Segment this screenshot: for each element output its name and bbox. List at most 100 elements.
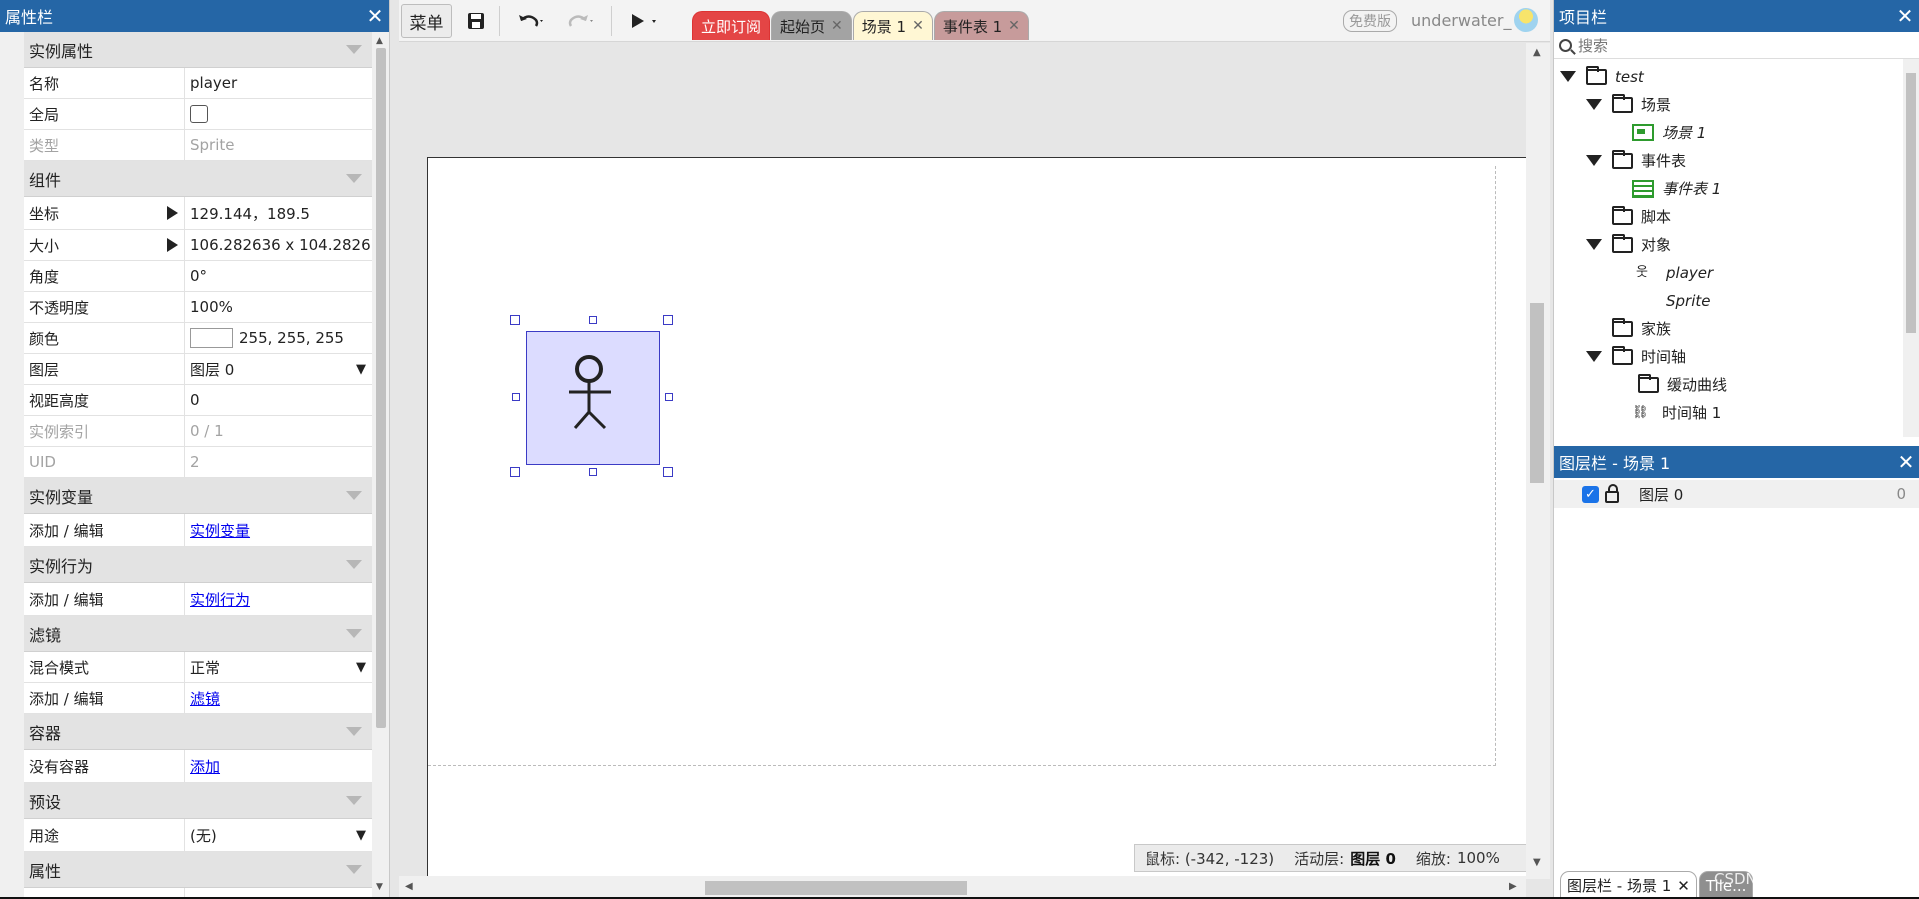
resize-handle[interactable]	[512, 393, 520, 401]
expand-icon[interactable]	[1560, 71, 1576, 82]
tree-item-scripts[interactable]: 脚本	[1612, 205, 1671, 228]
section-instance[interactable]: 实例属性	[24, 32, 372, 68]
prop-row-size[interactable]: 大小 106.282636 x 104.2826	[24, 230, 372, 261]
avatar[interactable]	[1514, 8, 1538, 32]
tree-item-easing[interactable]: 缓动曲线	[1638, 373, 1727, 396]
close-icon[interactable]: ✕	[361, 4, 389, 28]
tab-subscribe[interactable]: 立即订阅	[692, 11, 771, 40]
username[interactable]: underwater_	[1411, 11, 1511, 30]
section-behaviors[interactable]: 实例行为	[24, 547, 372, 583]
angle-field[interactable]: 0°	[185, 261, 372, 291]
expand-icon[interactable]	[1586, 351, 1602, 362]
close-icon[interactable]: ✕	[1891, 4, 1919, 28]
canvas-vertical-scrollbar[interactable]: ▲ ▼	[1526, 43, 1550, 879]
tree-item-timelines[interactable]: 时间轴	[1586, 345, 1686, 368]
prop-row-opacity[interactable]: 不透明度 100%	[24, 292, 372, 323]
tree-item-scenes[interactable]: 场景	[1586, 93, 1671, 116]
resize-handle[interactable]	[663, 467, 673, 477]
tree-item-root[interactable]: test	[1560, 65, 1644, 88]
canvas-horizontal-scrollbar[interactable]: ◀ ▶	[399, 876, 1526, 899]
prop-row-layer[interactable]: 图层 图层 0 ▼	[24, 354, 372, 385]
tree-item-player[interactable]: 웃 player	[1636, 261, 1713, 284]
prop-row-name[interactable]: 名称 player	[24, 68, 372, 99]
tree-scrollbar[interactable]	[1903, 59, 1919, 437]
resize-handle[interactable]	[665, 393, 673, 401]
size-field[interactable]: 106.282636 x 104.2826	[185, 230, 372, 260]
section-instance-vars[interactable]: 实例变量	[24, 478, 372, 514]
tab-event-sheet-1[interactable]: 事件表 1 ✕	[933, 11, 1029, 40]
opacity-field[interactable]: 100%	[185, 292, 372, 322]
prop-row-angle[interactable]: 角度 0°	[24, 261, 372, 292]
scroll-up-icon[interactable]: ▲	[1533, 47, 1541, 58]
prop-row-position[interactable]: 坐标 129.144，189.5	[24, 197, 372, 230]
resize-handle[interactable]	[589, 468, 597, 476]
close-icon[interactable]: ✕	[1677, 877, 1690, 895]
color-swatch[interactable]	[190, 328, 233, 348]
layer-select[interactable]: 图层 0 ▼	[185, 354, 372, 384]
z-elevation-field[interactable]: 0	[185, 385, 372, 415]
section-container[interactable]: 容器	[24, 714, 372, 750]
name-field[interactable]: player	[185, 68, 372, 98]
undo-icon[interactable]	[511, 4, 551, 38]
expand-icon[interactable]	[1586, 99, 1602, 110]
edition-badge[interactable]: 免费版	[1343, 10, 1397, 32]
prop-row-usage[interactable]: 用途 (无) ▼	[24, 819, 372, 852]
scroll-up-icon[interactable]: ▲	[376, 36, 383, 46]
resize-handle[interactable]	[663, 315, 673, 325]
scroll-left-icon[interactable]: ◀	[405, 881, 413, 892]
tab-start-page[interactable]: 起始页 ✕	[771, 11, 852, 40]
scrollbar-thumb[interactable]	[1906, 73, 1916, 333]
scrollbar-thumb[interactable]	[705, 881, 967, 895]
section-components[interactable]: 组件	[24, 161, 372, 197]
tree-item-objects[interactable]: 对象	[1586, 233, 1671, 256]
layout-area[interactable]	[427, 157, 1526, 879]
play-icon[interactable]	[621, 4, 667, 38]
prop-row-color[interactable]: 颜色 255, 255, 255	[24, 323, 372, 354]
scrollbar-thumb[interactable]	[376, 48, 386, 728]
layer-row[interactable]: ✓ 图层 0 0	[1554, 480, 1919, 508]
blend-mode-select[interactable]: 正常 ▼	[185, 652, 372, 682]
prop-row-blend[interactable]: 混合模式 正常 ▼	[24, 652, 372, 683]
menu-button[interactable]: 菜单	[401, 4, 452, 38]
expand-arrow-icon[interactable]	[167, 206, 178, 220]
prop-row-zelev[interactable]: 视距高度 0	[24, 385, 372, 416]
section-filters[interactable]: 滤镜	[24, 616, 372, 652]
tab-scene-1[interactable]: 场景 1 ✕	[852, 11, 933, 40]
close-icon[interactable]: ✕	[1892, 450, 1919, 474]
behaviors-link[interactable]: 实例行为	[190, 589, 250, 610]
instance-vars-link[interactable]: 实例变量	[190, 520, 250, 541]
close-icon[interactable]: ✕	[1008, 18, 1020, 34]
tab-layers-panel[interactable]: 图层栏 - 场景 1 ✕	[1560, 871, 1697, 899]
tree-item-sprite[interactable]: Sprite	[1666, 289, 1711, 312]
resize-handle[interactable]	[589, 316, 597, 324]
scroll-right-icon[interactable]: ▶	[1509, 881, 1517, 892]
close-icon[interactable]: ✕	[831, 18, 843, 34]
expand-icon[interactable]	[1586, 155, 1602, 166]
tree-item-event-sheet-1[interactable]: 事件表 1	[1632, 177, 1721, 200]
section-attributes[interactable]: 属性	[24, 852, 372, 888]
save-icon[interactable]	[461, 4, 491, 38]
resize-handle[interactable]	[510, 315, 520, 325]
redo-icon[interactable]	[559, 4, 599, 38]
layer-visible-checkbox[interactable]: ✓	[1582, 485, 1599, 503]
search-input[interactable]: 搜索	[1554, 32, 1919, 59]
tree-item-event-sheets[interactable]: 事件表	[1586, 149, 1686, 172]
usage-select[interactable]: (无) ▼	[185, 819, 372, 851]
tree-item-families[interactable]: 家族	[1612, 317, 1671, 340]
properties-scrollbar[interactable]: ▲ ▼	[372, 32, 389, 899]
close-icon[interactable]: ✕	[912, 18, 924, 34]
scrollbar-thumb[interactable]	[1530, 303, 1544, 483]
tree-item-timeline-1[interactable]: ⛓ 时间轴 1	[1632, 401, 1721, 424]
expand-icon[interactable]	[1586, 239, 1602, 250]
lock-icon[interactable]	[1605, 484, 1619, 503]
expand-arrow-icon[interactable]	[167, 238, 178, 252]
scroll-down-icon[interactable]: ▼	[376, 882, 383, 892]
scroll-down-icon[interactable]: ▼	[1533, 857, 1541, 868]
player-sprite[interactable]	[526, 331, 660, 465]
position-field[interactable]: 129.144，189.5	[185, 197, 372, 229]
layout-canvas[interactable]	[399, 43, 1526, 879]
resize-handle[interactable]	[510, 467, 520, 477]
global-checkbox[interactable]	[190, 105, 208, 123]
section-presets[interactable]: 预设	[24, 783, 372, 819]
filters-link[interactable]: 滤镜	[190, 688, 220, 709]
